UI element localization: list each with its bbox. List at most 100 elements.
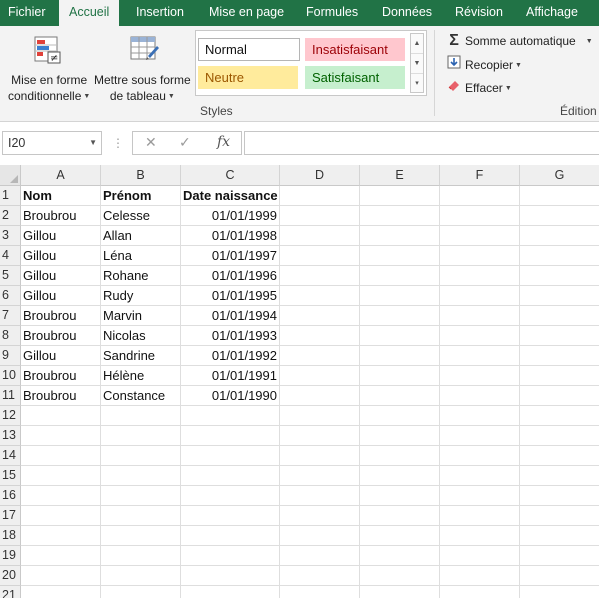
table-cell[interactable] — [21, 426, 101, 446]
style-normal[interactable]: Normal — [198, 38, 300, 61]
tab-donnees[interactable]: Données — [382, 0, 432, 26]
table-cell[interactable] — [360, 426, 440, 446]
table-cell[interactable] — [440, 346, 520, 366]
table-cell[interactable] — [360, 506, 440, 526]
row-header[interactable]: 12 — [0, 406, 21, 426]
table-cell[interactable] — [360, 246, 440, 266]
table-cell[interactable]: 01/01/1997 — [181, 246, 280, 266]
table-cell[interactable] — [280, 526, 360, 546]
tab-accueil[interactable]: Accueil — [59, 0, 120, 27]
table-cell[interactable] — [101, 446, 181, 466]
table-cell[interactable] — [181, 426, 280, 446]
table-cell[interactable] — [360, 306, 440, 326]
row-header[interactable]: 6 — [0, 286, 21, 306]
table-cell[interactable] — [440, 446, 520, 466]
table-cell[interactable]: 01/01/1993 — [181, 326, 280, 346]
table-cell[interactable] — [21, 446, 101, 466]
table-cell[interactable] — [360, 586, 440, 598]
table-cell[interactable] — [181, 546, 280, 566]
table-cell[interactable] — [280, 586, 360, 598]
table-cell[interactable] — [440, 306, 520, 326]
gallery-expand-icon[interactable]: ▾ — [411, 74, 423, 94]
table-cell[interactable]: 01/01/1996 — [181, 266, 280, 286]
table-cell[interactable] — [440, 426, 520, 446]
fill-button[interactable]: Recopier ▼ — [446, 55, 522, 73]
row-header[interactable]: 4 — [0, 246, 21, 266]
tab-formules[interactable]: Formules — [306, 0, 358, 26]
chevron-down-icon[interactable]: ▼ — [89, 132, 97, 154]
table-cell[interactable] — [280, 346, 360, 366]
table-cell[interactable] — [280, 266, 360, 286]
table-cell[interactable] — [440, 406, 520, 426]
table-cell[interactable] — [181, 586, 280, 598]
scroll-up-icon[interactable]: ▲ — [411, 34, 423, 54]
table-cell[interactable] — [280, 246, 360, 266]
table-cell[interactable] — [520, 406, 599, 426]
table-cell[interactable] — [181, 566, 280, 586]
select-all-button[interactable] — [0, 165, 21, 186]
table-cell[interactable] — [440, 286, 520, 306]
row-header[interactable]: 9 — [0, 346, 21, 366]
table-cell[interactable] — [440, 226, 520, 246]
table-cell[interactable] — [21, 486, 101, 506]
table-cell[interactable]: 01/01/1994 — [181, 306, 280, 326]
table-cell[interactable] — [21, 526, 101, 546]
table-cell[interactable] — [440, 586, 520, 598]
table-cell[interactable]: Marvin — [101, 306, 181, 326]
table-cell[interactable] — [360, 226, 440, 246]
table-cell[interactable] — [520, 586, 599, 598]
table-cell[interactable] — [280, 406, 360, 426]
table-cell[interactable]: Broubrou — [21, 386, 101, 406]
table-cell[interactable]: Broubrou — [21, 306, 101, 326]
table-cell[interactable]: Rohane — [101, 266, 181, 286]
table-cell[interactable] — [101, 466, 181, 486]
table-cell[interactable] — [21, 566, 101, 586]
table-cell[interactable] — [360, 406, 440, 426]
table-cell[interactable] — [360, 266, 440, 286]
row-header[interactable]: 3 — [0, 226, 21, 246]
conditional-formatting-button[interactable]: ≠ Mise en forme conditionnelle ▼ — [2, 32, 90, 103]
style-insatisfaisant[interactable]: Insatisfaisant — [305, 38, 405, 61]
table-cell[interactable] — [440, 326, 520, 346]
row-header[interactable]: 20 — [0, 566, 21, 586]
name-box[interactable]: I20 ▼ — [2, 131, 102, 155]
table-cell[interactable] — [520, 386, 599, 406]
table-cell[interactable] — [520, 466, 599, 486]
table-cell[interactable] — [101, 546, 181, 566]
table-cell[interactable] — [360, 386, 440, 406]
table-cell[interactable] — [280, 306, 360, 326]
table-cell[interactable]: Hélène — [101, 366, 181, 386]
table-cell[interactable]: Gillou — [21, 226, 101, 246]
table-cell[interactable] — [520, 486, 599, 506]
table-cell[interactable]: Léna — [101, 246, 181, 266]
header-cell[interactable] — [280, 186, 360, 206]
row-header[interactable]: 8 — [0, 326, 21, 346]
col-header-g[interactable]: G — [520, 165, 599, 186]
formula-bar-grip-icon[interactable]: ⋮ — [112, 136, 124, 150]
table-cell[interactable] — [440, 546, 520, 566]
table-cell[interactable] — [520, 306, 599, 326]
row-header[interactable]: 19 — [0, 546, 21, 566]
col-header-d[interactable]: D — [280, 165, 360, 186]
table-cell[interactable] — [520, 266, 599, 286]
row-header[interactable]: 21 — [0, 586, 21, 598]
row-header[interactable]: 2 — [0, 206, 21, 226]
col-header-b[interactable]: B — [101, 165, 181, 186]
header-cell[interactable]: Prénom — [101, 186, 181, 206]
clear-button[interactable]: Effacer ▼ — [446, 78, 512, 96]
table-cell[interactable] — [101, 406, 181, 426]
table-cell[interactable] — [181, 486, 280, 506]
table-cell[interactable] — [520, 206, 599, 226]
table-cell[interactable] — [280, 546, 360, 566]
row-header[interactable]: 7 — [0, 306, 21, 326]
table-cell[interactable] — [280, 366, 360, 386]
tab-revision[interactable]: Révision — [455, 0, 503, 26]
style-satisfaisant[interactable]: Satisfaisant — [305, 66, 405, 89]
confirm-icon[interactable]: ✓ — [179, 134, 191, 151]
table-cell[interactable]: Broubrou — [21, 326, 101, 346]
header-cell[interactable] — [520, 186, 599, 206]
scroll-down-icon[interactable]: ▼ — [411, 54, 423, 74]
table-cell[interactable] — [280, 506, 360, 526]
col-header-c[interactable]: C — [181, 165, 280, 186]
table-cell[interactable] — [520, 566, 599, 586]
